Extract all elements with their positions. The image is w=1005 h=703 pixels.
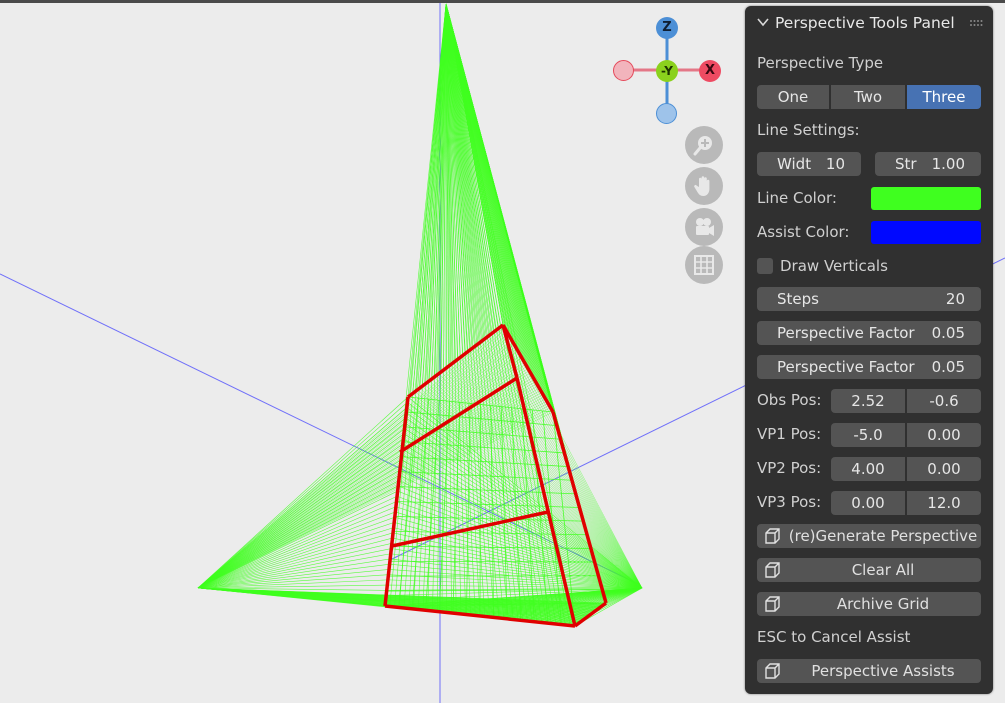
- obs-pos-x-field[interactable]: 2.52: [831, 389, 905, 413]
- line-settings-label: Line Settings:: [757, 121, 860, 139]
- chevron-down-icon[interactable]: [757, 17, 769, 27]
- perspective-tools-panel: Perspective Tools Panel Perspective Type…: [745, 6, 993, 694]
- vp2-pos-x-field[interactable]: 4.00: [831, 457, 905, 481]
- gizmo-z-axis[interactable]: Z: [656, 17, 678, 39]
- hand-icon: [694, 176, 710, 196]
- esc-hint-label: ESC to Cancel Assist: [757, 628, 911, 646]
- assist-color-label: Assist Color:: [757, 223, 850, 241]
- obs-pos-y-field[interactable]: -0.6: [907, 389, 981, 413]
- steps-field[interactable]: Steps 20: [757, 287, 981, 311]
- archive-grid-label: Archive Grid: [836, 595, 930, 613]
- clear-all-button[interactable]: Clear All: [757, 558, 981, 582]
- panel-title: Perspective Tools Panel: [775, 14, 955, 32]
- perspective-factor-field-2[interactable]: Perspective Factor 0.05: [757, 355, 981, 379]
- gizmo-neg-y-axis[interactable]: -Y: [656, 60, 678, 82]
- line-color-label: Line Color:: [757, 189, 837, 207]
- camera-icon: [696, 218, 714, 236]
- perspective-factor-field-1[interactable]: Perspective Factor 0.05: [757, 321, 981, 345]
- perspective-factor-label: Perspective Factor: [777, 324, 915, 342]
- width-value: 10: [825, 155, 845, 173]
- grid-icon: [694, 255, 714, 275]
- draw-verticals-label: Draw Verticals: [780, 257, 888, 275]
- line-color-swatch[interactable]: [871, 187, 981, 210]
- panel-header[interactable]: Perspective Tools Panel: [745, 6, 993, 40]
- cube-icon: [765, 528, 780, 544]
- zoom-button[interactable]: [685, 126, 723, 164]
- perspective-assists-label: Perspective Assists: [811, 662, 955, 680]
- perspective-factor-value: 0.05: [931, 324, 965, 342]
- header-edge: [0, 0, 1005, 3]
- strength-label: Str: [895, 155, 917, 173]
- strength-field[interactable]: Str 1.00: [875, 152, 981, 176]
- obs-pos-label: Obs Pos:: [757, 391, 822, 409]
- pan-button[interactable]: [685, 167, 723, 205]
- perspective-type-selector: One Two Three: [757, 85, 981, 109]
- vp1-pos-label: VP1 Pos:: [757, 425, 822, 443]
- archive-grid-button[interactable]: Archive Grid: [757, 592, 981, 616]
- width-label: Widt: [777, 155, 812, 173]
- type-three-button[interactable]: Three: [907, 85, 981, 109]
- width-field[interactable]: Widt 10: [757, 152, 861, 176]
- perspective-factor-label: Perspective Factor: [777, 358, 915, 376]
- steps-label: Steps: [777, 290, 819, 308]
- gizmo-x-axis[interactable]: X: [699, 60, 721, 82]
- steps-value: 20: [945, 290, 965, 308]
- ortho-toggle-button[interactable]: [685, 246, 723, 284]
- gizmo-neg-z-axis[interactable]: [656, 103, 677, 124]
- draw-verticals-checkbox[interactable]: [757, 258, 773, 274]
- zoom-icon: [693, 136, 712, 156]
- vp3-pos-label: VP3 Pos:: [757, 493, 822, 511]
- perspective-type-label: Perspective Type: [757, 54, 884, 72]
- cube-icon: [765, 562, 780, 578]
- camera-button[interactable]: [685, 208, 723, 246]
- perspective-assists-button[interactable]: Perspective Assists: [757, 659, 981, 683]
- perspective-factor-value: 0.05: [931, 358, 965, 376]
- vp1-pos-y-field[interactable]: 0.00: [907, 423, 981, 447]
- vp1-pos-x-field[interactable]: -5.0: [831, 423, 905, 447]
- vp3-pos-x-field[interactable]: 0.00: [831, 491, 905, 515]
- assist-color-swatch[interactable]: [871, 221, 981, 244]
- type-two-button[interactable]: Two: [831, 85, 905, 109]
- regenerate-perspective-button[interactable]: (re)Generate Perspective: [757, 524, 981, 548]
- type-one-button[interactable]: One: [757, 85, 829, 109]
- cube-icon: [765, 596, 780, 612]
- regenerate-perspective-label: (re)Generate Perspective: [788, 527, 978, 545]
- strength-value: 1.00: [931, 155, 965, 173]
- cube-icon: [765, 663, 780, 679]
- drag-handle-icon[interactable]: [969, 19, 983, 27]
- vp2-pos-label: VP2 Pos:: [757, 459, 822, 477]
- clear-all-label: Clear All: [851, 561, 915, 579]
- vp2-pos-y-field[interactable]: 0.00: [907, 457, 981, 481]
- gizmo-neg-x-axis[interactable]: [613, 60, 634, 81]
- vp3-pos-y-field[interactable]: 12.0: [907, 491, 981, 515]
